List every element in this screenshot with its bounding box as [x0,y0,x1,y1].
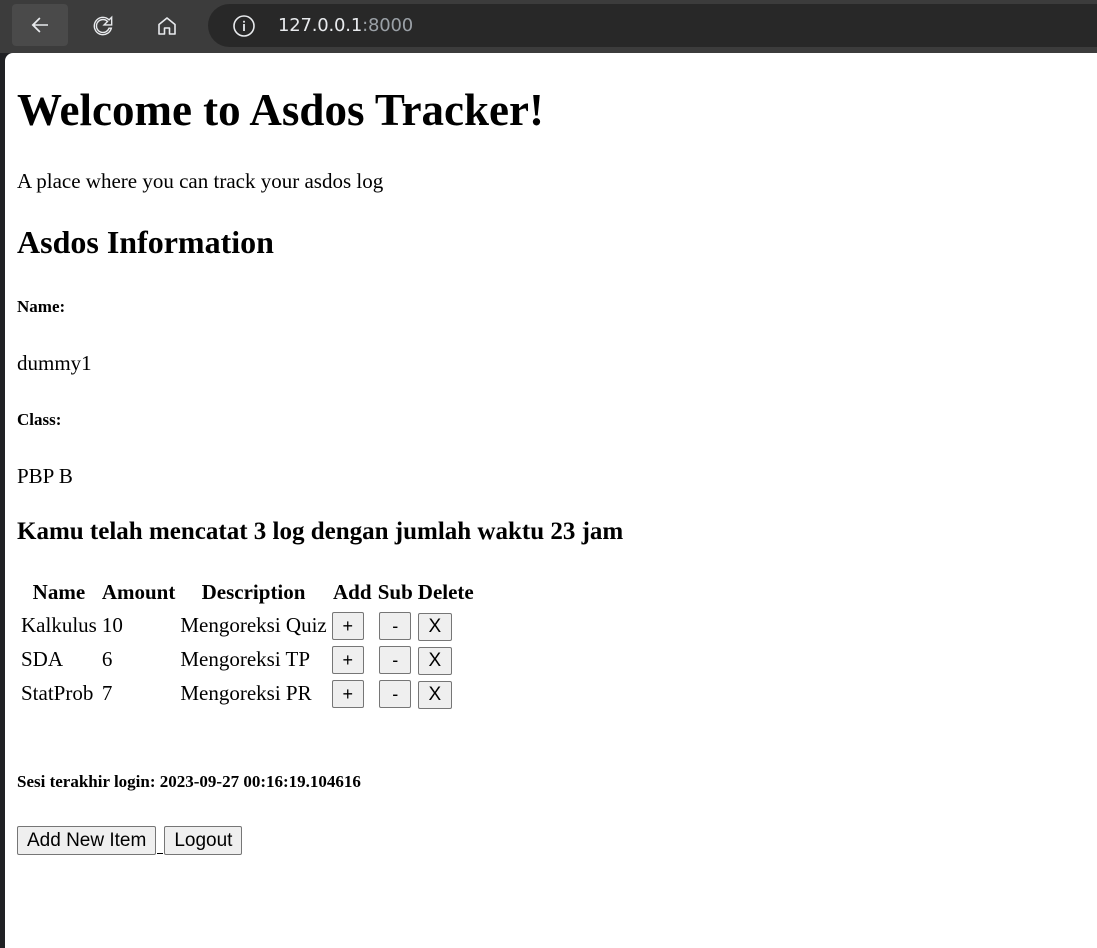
header-name: Name [32,580,86,604]
name-label: Name: [17,297,66,316]
cell-description: Mengoreksi PR [180,681,312,705]
page-content: Welcome to Asdos Tracker! A place where … [5,53,1097,948]
back-button[interactable] [12,4,68,46]
cell-amount: 6 [101,647,113,671]
link-underline [157,834,164,854]
table-row: Kalkulus 10 Mengoreksi Quiz + - X [20,609,475,641]
add-amount-button[interactable]: + [331,646,364,674]
class-value: PBP B [17,464,73,488]
cell-amount: 10 [101,613,123,637]
header-delete: Delete [417,580,474,604]
log-table: Name Amount Description Add Sub Delete K… [17,575,478,711]
cell-name: SDA [21,647,64,671]
info-icon[interactable] [231,13,257,39]
header-amount: Amount [101,580,176,604]
home-button[interactable] [147,6,187,46]
header-description: Description [201,580,306,604]
url-host: 127.0.0.1 [278,15,363,36]
table-header-row: Name Amount Description Add Sub Delete [20,577,475,607]
header-add: Add [332,580,372,604]
delete-item-button[interactable]: X [417,613,452,641]
url-port: :8000 [362,15,413,36]
cell-name: Kalkulus [21,613,97,637]
home-icon [158,17,176,35]
arrow-left-icon [31,17,48,33]
add-amount-button[interactable]: + [331,612,364,640]
sub-amount-button[interactable]: - [379,680,412,708]
name-value: dummy1 [17,351,92,375]
section-title: Asdos Information [17,224,274,260]
url-text: 127.0.0.1:8000 [278,15,413,36]
reload-icon [93,15,113,36]
cell-description: Mengoreksi Quiz [180,613,327,637]
sub-amount-button[interactable]: - [379,646,412,674]
cell-description: Mengoreksi TP [180,647,311,671]
header-sub: Sub [377,580,413,604]
add-amount-button[interactable]: + [331,680,364,708]
action-buttons: Add New Item Logout [17,826,243,855]
cell-name: StatProb [21,681,94,705]
table-row: StatProb 7 Mengoreksi PR + - X [20,677,475,709]
last-login-text: Sesi terakhir login: 2023-09-27 00:16:19… [17,772,361,791]
table-row: SDA 6 Mengoreksi TP + - X [20,643,475,675]
class-label: Class: [17,410,62,429]
reload-button[interactable] [83,6,123,46]
delete-item-button[interactable]: X [417,681,452,709]
logout-button[interactable]: Logout [164,826,243,855]
address-bar[interactable]: 127.0.0.1:8000 [208,4,1097,47]
delete-item-button[interactable]: X [417,647,452,675]
page-title: Welcome to Asdos Tracker! [17,85,544,135]
browser-toolbar: 127.0.0.1:8000 [0,0,1097,53]
add-new-item-button[interactable]: Add New Item [17,826,157,855]
log-summary: Kamu telah mencatat 3 log dengan jumlah … [17,518,624,545]
page-subtitle: A place where you can track your asdos l… [17,169,384,193]
cell-amount: 7 [101,681,113,705]
sub-amount-button[interactable]: - [379,612,412,640]
